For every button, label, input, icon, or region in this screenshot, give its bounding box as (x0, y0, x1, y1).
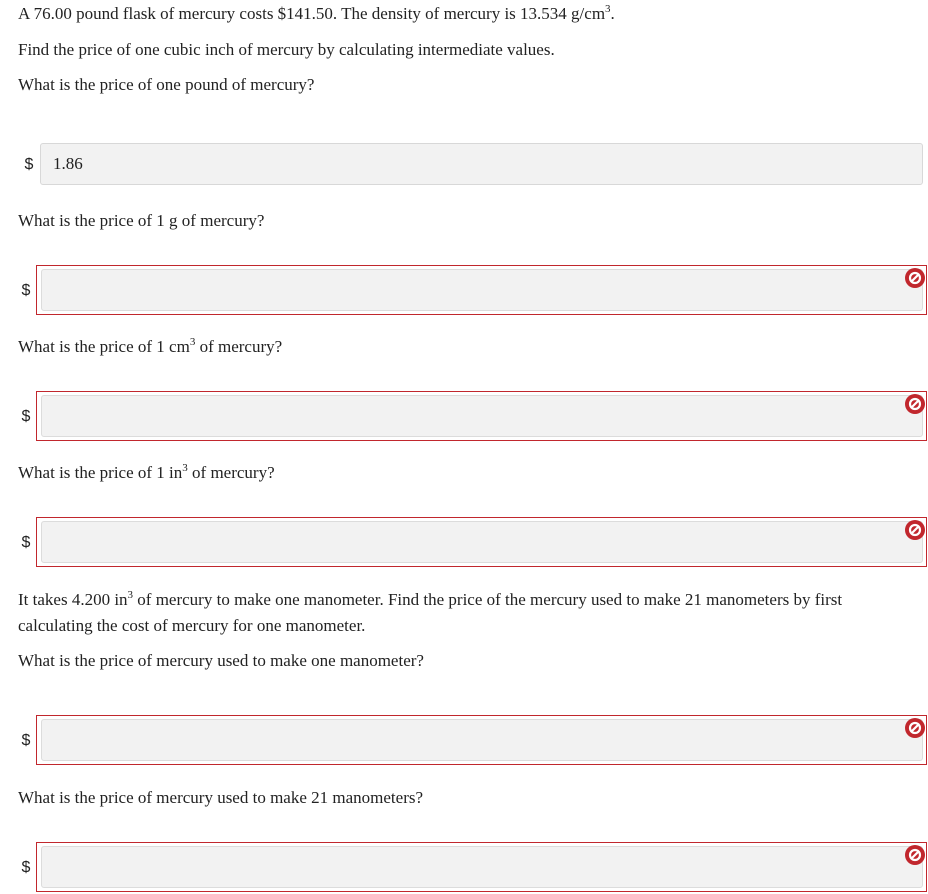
answer-row-price-per-gram: $ (22, 265, 927, 315)
price-per-gram-input[interactable] (41, 269, 923, 311)
price-per-pound-input[interactable] (40, 143, 923, 185)
dollar-sign: $ (24, 156, 34, 173)
question-price-21-manometers: What is the price of mercury used to mak… (18, 788, 424, 807)
price-one-manometer-input[interactable] (41, 719, 923, 761)
price-per-cm3-input[interactable] (41, 395, 923, 437)
dollar-sign: $ (21, 732, 31, 749)
question-price-per-in3: What is the price of 1 in3 of mercury? (18, 462, 275, 483)
price-per-in3-input[interactable] (41, 521, 923, 563)
dollar-sign: $ (21, 859, 31, 876)
question-price-one-manometer: What is the price of mercury used to mak… (18, 651, 424, 670)
prohibited-circle-icon (905, 718, 925, 738)
price-21-manometers-input[interactable] (41, 846, 923, 888)
question-price-per-cm3: What is the price of 1 cm3 of mercury? (18, 336, 283, 357)
problem-instruction: Find the price of one cubic inch of merc… (18, 40, 555, 59)
prohibited-circle-icon (905, 520, 925, 540)
question-price-per-gram: What is the price of 1 g of mercury? (18, 211, 265, 230)
question-price-per-pound: What is the price of one pound of mercur… (18, 75, 315, 94)
answer-row-price-per-pound: $ (18, 143, 923, 187)
answer-row-price-one-manometer: $ (22, 715, 927, 765)
answer-row-price-per-cm3: $ (22, 391, 927, 441)
dollar-sign: $ (21, 534, 31, 551)
prohibited-circle-icon (905, 268, 925, 288)
answer-row-price-21-manometers: $ (22, 842, 927, 892)
dollar-sign: $ (21, 282, 31, 299)
dollar-sign: $ (21, 408, 31, 425)
problem-statement: A 76.00 pound flask of mercury costs $14… (18, 3, 615, 24)
answer-row-price-per-in3: $ (22, 517, 927, 567)
prohibited-circle-icon (905, 845, 925, 865)
prohibited-circle-icon (905, 394, 925, 414)
manometer-problem-statement: It takes 4.200 in3 of mercury to make on… (18, 589, 843, 636)
